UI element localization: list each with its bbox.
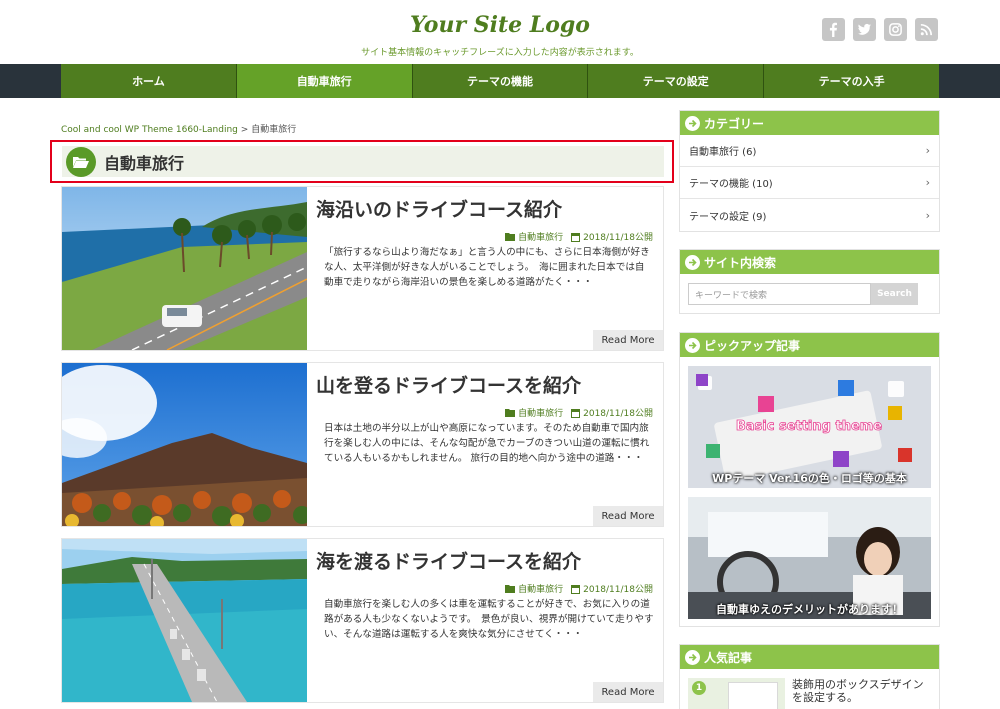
nav-item-theme-settings[interactable]: テーマの設定 [588,64,765,98]
instagram-icon[interactable] [884,18,907,41]
folder-icon [505,409,516,417]
arrow-right-circle-icon [685,115,700,131]
post-meta: 自動車旅行 2018/11/18公開 [505,582,653,595]
post-category[interactable]: 自動車旅行 [505,406,563,419]
read-more-button[interactable]: Read More [593,506,663,526]
search-button[interactable]: Search [871,283,918,305]
category-link[interactable]: テーマの設定 (9) › [680,199,939,231]
post-title[interactable]: 海沿いのドライブコース紹介 [316,195,562,222]
search-input[interactable]: キーワードで検索 [688,283,871,305]
pickup-item[interactable]: Basic setting theme WPテーマ Ver.16の色・ロゴ等の基… [688,366,931,488]
page-title: 自動車旅行 [104,153,185,173]
folder-icon [505,585,516,593]
site-logo[interactable]: Your Site Logo [408,10,592,40]
read-more-button[interactable]: Read More [593,682,663,702]
site-header: Your Site Logo サイト基本情報のキャッチフレーズに入力した内容が表… [0,0,1000,64]
widget-header: カテゴリー [680,111,939,135]
post-card[interactable]: 海沿いのドライブコース紹介 自動車旅行 2018/11/18公開 「旅行するなら… [61,186,664,351]
nav-menu: ホーム 自動車旅行 テーマの機能 テーマの設定 テーマの入手 [61,64,939,98]
post-thumbnail-mountain-road[interactable] [62,363,307,526]
post-date: 2018/11/18公開 [571,406,653,419]
category-widget: カテゴリー 自動車旅行 (6) › テーマの機能 (10) › テーマの設定 (9)… [679,110,940,232]
category-link[interactable]: 自動車旅行 (6) › [680,135,939,167]
popular-widget: 人気記事 1 装飾用のボックスデザインを設定する。 [679,644,940,709]
post-category[interactable]: 自動車旅行 [505,582,563,595]
post-thumbnail-bridge-road[interactable] [62,539,307,702]
category-title-highlight: 自動車旅行 [50,140,674,183]
widget-header: サイト内検索 [680,250,939,274]
search-widget: サイト内検索 キーワードで検索 Search [679,249,940,314]
pickup-caption: 自動車ゆえのデメリットがあります！ [716,603,903,616]
post-meta: 自動車旅行 2018/11/18公開 [505,230,653,243]
post-date: 2018/11/18公開 [571,582,653,595]
breadcrumb: Cool and cool WP Theme 1660-Landing > 自動… [61,122,296,135]
post-title[interactable]: 山を登るドライブコースを紹介 [316,371,581,398]
category-link[interactable]: テーマの機能 (10) › [680,167,939,199]
post-card[interactable]: 山を登るドライブコースを紹介 自動車旅行 2018/11/18公開 日本は土地の… [61,362,664,527]
svg-text:Your Site Logo: Your Site Logo [410,12,590,38]
arrow-right-circle-icon [685,254,700,270]
pickup-item[interactable]: 自動車ゆえのデメリットがあります！ [688,497,931,619]
popular-item-title: 装飾用のボックスデザインを設定する。 [792,678,924,704]
folder-icon [505,233,516,241]
post-excerpt: 自動車旅行を楽しむ人の多くは車を運転することが好きで、お気に入りの道路がある人も… [324,599,654,640]
pickup-widget: ピックアップ記事 Basic setting theme WPテーマ Ver.1… [679,332,940,627]
rank-badge: 1 [692,681,706,695]
post-excerpt: 「旅行するなら山より海だなぁ」と言う人の中にも、さらに日本海側が好きな人、太平洋… [324,247,650,288]
pickup-caption: WPテーマ Ver.16の色・ロゴ等の基本 [712,472,907,485]
post-card[interactable]: 海を渡るドライブコースを紹介 自動車旅行 2018/11/18公開 自動車旅行を… [61,538,664,703]
breadcrumb-current: 自動車旅行 [251,125,297,135]
widget-header: 人気記事 [680,645,939,669]
nav-item-get-theme[interactable]: テーマの入手 [764,64,939,98]
category-title-bar: 自動車旅行 [62,146,664,177]
social-links [822,18,938,41]
chevron-right-icon: › [925,208,930,222]
arrow-right-circle-icon [685,649,700,665]
breadcrumb-home-link[interactable]: Cool and cool WP Theme 1660-Landing [61,125,238,135]
read-more-button[interactable]: Read More [593,330,663,350]
post-date: 2018/11/18公開 [571,230,653,243]
chevron-right-icon: › [925,144,930,157]
widget-header: ピックアップ記事 [680,333,939,357]
post-category[interactable]: 自動車旅行 [505,230,563,243]
site-tagline: サイト基本情報のキャッチフレーズに入力した内容が表示されます。 [361,48,639,58]
post-title[interactable]: 海を渡るドライブコースを紹介 [316,547,581,574]
global-nav: ホーム 自動車旅行 テーマの機能 テーマの設定 テーマの入手 [0,64,1000,98]
twitter-icon[interactable] [853,18,876,41]
nav-item-car-travel[interactable]: 自動車旅行 [236,64,413,98]
rss-icon[interactable] [915,18,938,41]
popular-thumbnail: 1 [688,678,785,709]
nav-item-theme-features[interactable]: テーマの機能 [412,64,589,98]
svg-text:Basic setting theme: Basic setting theme [736,419,882,434]
popular-item[interactable]: 1 装飾用のボックスデザインを設定する。 [688,678,933,709]
folder-open-icon [66,146,96,177]
facebook-icon[interactable] [822,18,845,41]
search-form: キーワードで検索 Search [680,274,939,312]
post-meta: 自動車旅行 2018/11/18公開 [505,406,653,419]
calendar-icon [571,408,581,418]
breadcrumb-separator: > [240,125,249,135]
nav-item-home[interactable]: ホーム [61,64,237,98]
calendar-icon [571,232,581,242]
arrow-right-circle-icon [685,337,700,353]
post-thumbnail-coastal-road[interactable] [62,187,307,350]
chevron-right-icon: › [925,176,930,189]
calendar-icon [571,584,581,594]
post-excerpt: 日本は土地の半分以上が山や高原になっています。そのため自動車で国内旅行を楽しむ人… [324,423,650,464]
